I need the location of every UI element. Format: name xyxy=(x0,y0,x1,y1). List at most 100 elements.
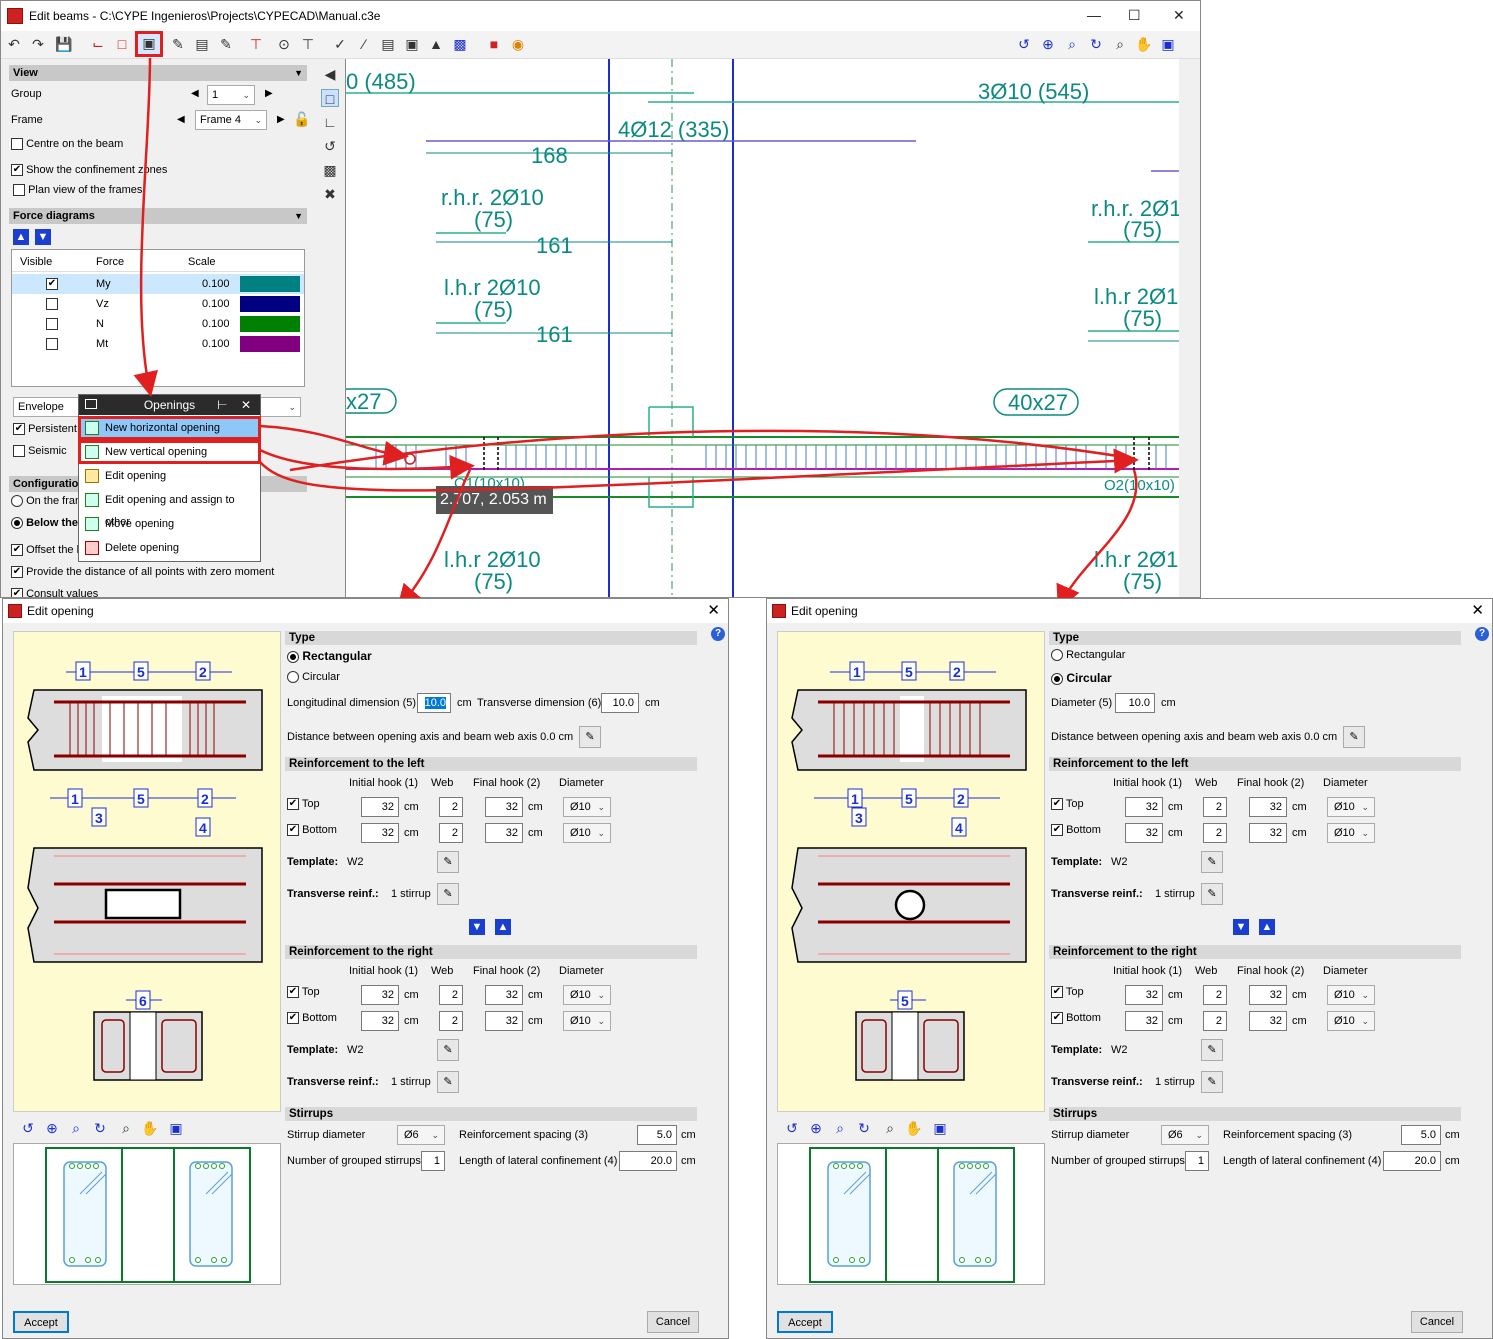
trans-reinf-edit-button[interactable]: ✎ xyxy=(1201,883,1223,905)
zoom-all-icon[interactable]: ⊕ xyxy=(43,1119,61,1137)
web-input[interactable]: 2 xyxy=(1203,797,1227,817)
distance-edit-button[interactable]: ✎ xyxy=(579,726,601,748)
diameter-select[interactable]: Ø10 ⌄ xyxy=(1327,823,1375,843)
final-hook-input[interactable]: 32 xyxy=(485,797,523,817)
web-input[interactable]: 2 xyxy=(1203,823,1227,843)
zoom-window-icon[interactable]: ⌕ xyxy=(67,1119,85,1137)
web-input[interactable]: 2 xyxy=(439,985,463,1005)
trans-reinf-edit-button[interactable]: ✎ xyxy=(437,883,459,905)
web-input[interactable]: 2 xyxy=(439,1011,463,1031)
template-edit-button[interactable]: ✎ xyxy=(437,1039,459,1061)
top-checkbox[interactable]: ✔ Top xyxy=(1051,986,1084,999)
col-diameter: Diameter xyxy=(559,777,604,789)
diameter-select[interactable]: Ø10 ⌄ xyxy=(563,823,611,843)
long-dim-input[interactable]: 10.0 xyxy=(417,693,451,713)
top-checkbox[interactable]: ✔ Top xyxy=(287,798,320,811)
zoom-prev-icon[interactable]: ↻ xyxy=(855,1119,873,1137)
help-icon[interactable]: ? xyxy=(711,627,725,641)
pan-hand-icon[interactable]: ✋ xyxy=(141,1119,159,1137)
lateral-input[interactable]: 20.0 xyxy=(1383,1151,1441,1171)
final-hook-input[interactable]: 32 xyxy=(485,1011,523,1031)
trans-reinf-edit-button[interactable]: ✎ xyxy=(1201,1071,1223,1093)
initial-hook-input[interactable]: 32 xyxy=(361,823,399,843)
distance-edit-button[interactable]: ✎ xyxy=(1343,726,1365,748)
initial-hook-input[interactable]: 32 xyxy=(1125,823,1163,843)
grouped-label: Number of grouped stirrups xyxy=(1051,1155,1185,1167)
col-web: Web xyxy=(431,965,454,977)
help-icon[interactable]: ? xyxy=(1475,627,1489,641)
diameter-select[interactable]: Ø10 ⌄ xyxy=(563,985,611,1005)
circular-radio[interactable]: Circular xyxy=(287,671,340,684)
spacing-input[interactable]: 5.0 xyxy=(1401,1125,1441,1145)
spacing-input[interactable]: 5.0 xyxy=(637,1125,677,1145)
bottom-checkbox[interactable]: ✔ Bottom xyxy=(287,824,337,837)
window-view-icon[interactable]: ▣ xyxy=(167,1119,185,1137)
diameter-select[interactable]: Ø10 ⌄ xyxy=(563,797,611,817)
dim-num-4: 4 xyxy=(955,820,963,836)
copy-up-icon[interactable]: ▲ xyxy=(495,919,511,935)
template-edit-button[interactable]: ✎ xyxy=(1201,851,1223,873)
top-checkbox[interactable]: ✔ Top xyxy=(1051,798,1084,811)
close-icon[interactable]: ✕ xyxy=(1471,599,1484,623)
web-input[interactable]: 2 xyxy=(1203,1011,1227,1031)
copy-down-icon[interactable]: ▼ xyxy=(469,919,485,935)
circular-radio[interactable]: Circular xyxy=(1051,671,1112,685)
template-edit-button[interactable]: ✎ xyxy=(437,851,459,873)
copy-down-icon[interactable]: ▼ xyxy=(1233,919,1249,935)
initial-hook-input[interactable]: 32 xyxy=(1125,797,1163,817)
zoom-out-icon[interactable]: ⌕ xyxy=(881,1119,899,1137)
zoom-back-icon[interactable]: ↺ xyxy=(783,1119,801,1137)
chevron-down-icon: ⌄ xyxy=(1361,1016,1369,1026)
zoom-all-icon[interactable]: ⊕ xyxy=(807,1119,825,1137)
copy-up-icon[interactable]: ▲ xyxy=(1259,919,1275,935)
stirrup-diam-select[interactable]: Ø6 ⌄ xyxy=(1161,1125,1209,1145)
cancel-button[interactable]: Cancel xyxy=(647,1311,699,1333)
cancel-button[interactable]: Cancel xyxy=(1411,1311,1463,1333)
diameter-select[interactable]: Ø10 ⌄ xyxy=(1327,797,1375,817)
final-hook-input[interactable]: 32 xyxy=(1249,1011,1287,1031)
zoom-prev-icon[interactable]: ↻ xyxy=(91,1119,109,1137)
trans-reinf-value: 1 stirrup xyxy=(1155,888,1195,900)
grouped-input[interactable]: 1 xyxy=(1185,1151,1209,1171)
bottom-checkbox[interactable]: ✔ Bottom xyxy=(1051,1012,1101,1025)
template-edit-button[interactable]: ✎ xyxy=(1201,1039,1223,1061)
initial-hook-input[interactable]: 32 xyxy=(1125,1011,1163,1031)
close-icon[interactable]: ✕ xyxy=(707,599,720,623)
bottom-checkbox[interactable]: ✔ Bottom xyxy=(287,1012,337,1025)
trans-dim-input[interactable]: 10.0 xyxy=(601,693,639,713)
final-hook-input[interactable]: 32 xyxy=(485,985,523,1005)
distance-label: Distance between opening axis and beam w… xyxy=(1051,731,1338,743)
web-input[interactable]: 2 xyxy=(439,797,463,817)
rectangular-radio[interactable]: Rectangular xyxy=(287,649,372,663)
trans-reinf-edit-button[interactable]: ✎ xyxy=(437,1071,459,1093)
initial-hook-input[interactable]: 32 xyxy=(361,797,399,817)
initial-hook-input[interactable]: 32 xyxy=(361,985,399,1005)
grouped-input[interactable]: 1 xyxy=(421,1151,445,1171)
rectangular-radio[interactable]: Rectangular xyxy=(1051,649,1125,662)
final-hook-input[interactable]: 32 xyxy=(1249,985,1287,1005)
diameter-select[interactable]: Ø10 ⌄ xyxy=(563,1011,611,1031)
bottom-checkbox[interactable]: ✔ Bottom xyxy=(1051,824,1101,837)
web-input[interactable]: 2 xyxy=(439,823,463,843)
web-input[interactable]: 2 xyxy=(1203,985,1227,1005)
final-hook-input[interactable]: 32 xyxy=(1249,797,1287,817)
final-hook-input[interactable]: 32 xyxy=(1249,823,1287,843)
window-view-icon[interactable]: ▣ xyxy=(931,1119,949,1137)
zoom-window-icon[interactable]: ⌕ xyxy=(831,1119,849,1137)
zoom-out-icon[interactable]: ⌕ xyxy=(117,1119,135,1137)
initial-hook-input[interactable]: 32 xyxy=(361,1011,399,1031)
top-checkbox[interactable]: ✔ Top xyxy=(287,986,320,999)
final-hook-input[interactable]: 32 xyxy=(485,823,523,843)
initial-hook-input[interactable]: 32 xyxy=(1125,985,1163,1005)
diameter-select[interactable]: Ø10 ⌄ xyxy=(1327,1011,1375,1031)
pan-hand-icon[interactable]: ✋ xyxy=(905,1119,923,1137)
lateral-input[interactable]: 20.0 xyxy=(619,1151,677,1171)
col-web: Web xyxy=(431,777,454,789)
accept-button[interactable]: Accept xyxy=(777,1311,833,1333)
diameter-select[interactable]: Ø10 ⌄ xyxy=(1327,985,1375,1005)
unit-cm: cm xyxy=(404,1015,419,1027)
diameter-input[interactable]: 10.0 xyxy=(1115,693,1155,713)
stirrup-diam-select[interactable]: Ø6 ⌄ xyxy=(397,1125,445,1145)
accept-button[interactable]: Accept xyxy=(13,1311,69,1333)
zoom-back-icon[interactable]: ↺ xyxy=(19,1119,37,1137)
